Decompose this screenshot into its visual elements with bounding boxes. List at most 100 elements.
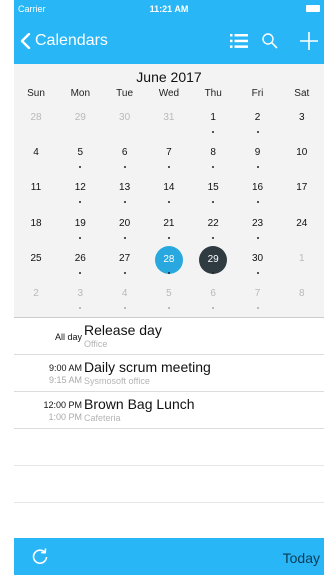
event-dot	[212, 307, 215, 309]
day-number: 5	[166, 288, 172, 299]
day-number: 22	[207, 217, 219, 229]
day-cell[interactable]: 15	[191, 176, 235, 212]
event-dot	[212, 131, 215, 133]
status-time: 11:21 AM	[149, 4, 189, 14]
day-number: 4	[121, 288, 128, 299]
day-cell[interactable]: 31	[147, 106, 191, 142]
day-cell[interactable]: 1	[280, 247, 324, 283]
day-number: 29	[74, 112, 86, 123]
refresh-icon[interactable]	[30, 546, 50, 566]
bottom-toolbar: Today	[14, 538, 324, 575]
event-dot	[167, 201, 170, 204]
day-cell[interactable]: 27	[103, 247, 147, 283]
day-cell[interactable]: 5	[147, 282, 191, 318]
day-cell-selected[interactable]: 29	[191, 245, 235, 283]
day-number: 11	[30, 182, 42, 194]
day-cell[interactable]: 14	[147, 176, 191, 212]
day-number: 12	[74, 182, 86, 194]
day-cell[interactable]: 6	[191, 282, 235, 318]
day-number: 26	[74, 252, 86, 264]
day-cell[interactable]: 9	[236, 141, 280, 177]
event-start-time: 9:00 AM	[48, 363, 82, 373]
event-dot	[167, 236, 170, 239]
event-start-time: All day	[54, 332, 82, 342]
empty-row	[14, 503, 324, 540]
day-number: 25	[30, 252, 42, 264]
event-row[interactable]: 9:00 AM 9:15 AM Daily scrum meeting Sysmoso…	[14, 355, 324, 392]
event-dot	[256, 271, 259, 274]
event-dot	[212, 236, 215, 239]
event-dot	[212, 166, 215, 169]
day-cell[interactable]: 16	[236, 176, 280, 212]
day-number: 31	[163, 112, 175, 123]
day-cell[interactable]: 7	[236, 282, 280, 318]
day-cell[interactable]: 18	[14, 212, 58, 248]
list-icon[interactable]	[230, 33, 248, 49]
day-cell[interactable]: 25	[14, 247, 58, 283]
month-title: June 2017	[136, 69, 202, 85]
day-cell[interactable]: 19	[58, 212, 102, 248]
day-cell[interactable]: 11	[14, 176, 58, 212]
day-number: 23	[251, 217, 264, 229]
event-dot	[256, 131, 259, 133]
day-cell-today[interactable]: 28	[147, 245, 191, 283]
event-row[interactable]: 12:00 PM 1:00 PM Brown Bag Lunch Cafeteria	[14, 392, 324, 429]
day-cell[interactable]: 20	[103, 212, 147, 248]
event-dot	[79, 307, 82, 309]
event-dot	[79, 271, 82, 274]
day-number: 9	[254, 147, 261, 159]
event-dot	[256, 166, 259, 169]
event-location: Sysmosoft office	[84, 376, 150, 386]
day-cell[interactable]: 23	[236, 212, 280, 248]
event-row[interactable]: All day Release day Office	[14, 318, 324, 355]
day-number: 13	[119, 182, 131, 194]
day-cell[interactable]: 2	[14, 282, 58, 318]
weekday-label: Sat	[294, 88, 310, 99]
day-cell[interactable]: 28	[14, 106, 58, 142]
day-cell[interactable]: 24	[280, 212, 324, 248]
day-number: 18	[30, 217, 42, 229]
day-cell[interactable]: 26	[58, 247, 102, 283]
day-cell[interactable]: 10	[280, 141, 324, 177]
day-cell[interactable]: 30	[103, 106, 147, 142]
day-cell[interactable]: 29	[58, 106, 102, 142]
day-cell[interactable]: 4	[14, 141, 58, 177]
day-number: 21	[163, 217, 175, 229]
day-number: 4	[33, 147, 39, 159]
today-button[interactable]: Today	[283, 550, 320, 566]
back-button[interactable]: Calendars	[20, 30, 108, 52]
event-dot	[123, 236, 126, 239]
search-icon[interactable]	[261, 32, 279, 50]
day-number: 2	[33, 288, 39, 299]
month-calendar: June 2017 Sun Mon Tue Wed Thu Fri Sat 28 29 30 31…	[14, 64, 324, 318]
event-dot	[123, 271, 126, 274]
event-dot	[79, 166, 82, 169]
day-number: 1	[210, 112, 216, 123]
day-cell[interactable]: 1	[191, 106, 235, 142]
plus-icon[interactable]	[298, 30, 320, 52]
day-cell[interactable]: 22	[191, 212, 235, 248]
day-cell[interactable]: 5	[58, 141, 102, 177]
day-cell[interactable]: 8	[191, 141, 235, 177]
event-dot	[79, 201, 82, 204]
day-cell[interactable]: 3	[280, 106, 324, 142]
day-cell[interactable]: 8	[280, 282, 324, 318]
day-cell[interactable]: 7	[147, 141, 191, 177]
day-cell[interactable]: 30	[236, 247, 280, 283]
event-dot	[123, 307, 126, 309]
empty-row	[14, 429, 324, 466]
day-number: 10	[296, 147, 308, 159]
day-cell[interactable]: 17	[280, 176, 324, 212]
day-cell[interactable]: 12	[58, 176, 102, 212]
day-number: 7	[254, 288, 261, 299]
event-dot	[256, 201, 259, 204]
day-cell[interactable]: 21	[147, 212, 191, 248]
day-cell[interactable]: 2	[236, 106, 280, 142]
day-cell[interactable]: 4	[103, 282, 147, 318]
event-location: Cafeteria	[84, 413, 121, 423]
day-cell[interactable]: 6	[103, 141, 147, 177]
day-cell[interactable]: 3	[58, 282, 102, 318]
weekday-label: Fri	[251, 88, 264, 99]
day-cell[interactable]: 13	[103, 176, 147, 212]
weekday-label: Sun	[27, 88, 45, 99]
